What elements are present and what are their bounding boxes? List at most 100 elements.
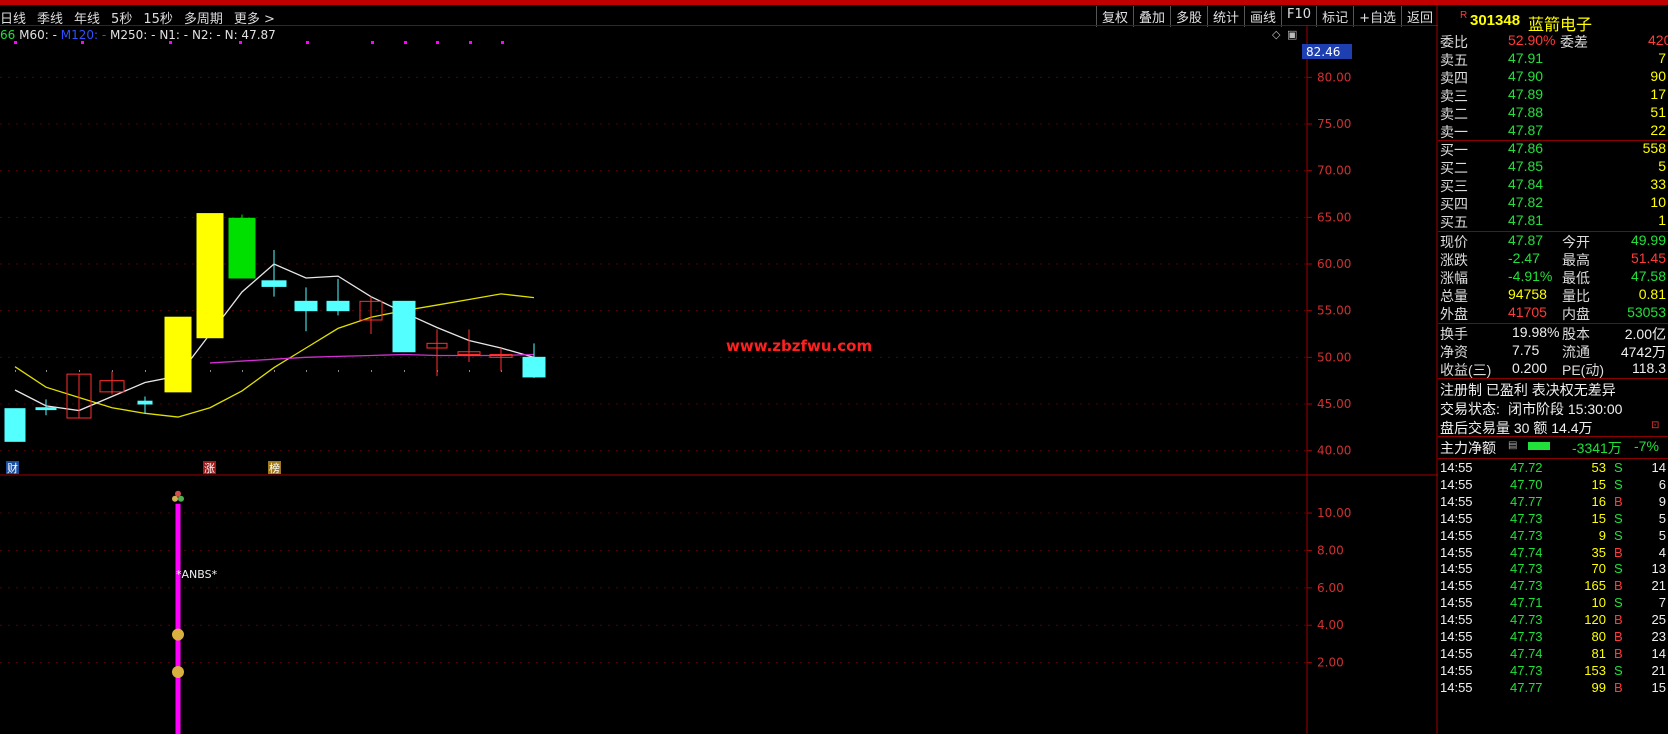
signal-dot: [169, 41, 172, 44]
info-status-label: 交易状态:: [1440, 401, 1500, 417]
level-label: 卖三: [1440, 88, 1468, 104]
sub-tick-label: 6.00: [1317, 581, 1344, 595]
sub-tick-label: 4.00: [1317, 618, 1344, 632]
tick-row: 14:55 47.73 153 S 21: [1438, 663, 1668, 680]
watermark: www.zbzfwu.com: [726, 337, 872, 355]
sell-level-row[interactable]: 卖三 47.89 17: [1438, 86, 1668, 104]
quote-label-2: 今开: [1562, 234, 1590, 250]
tick-row: 14:55 47.74 81 B 14: [1438, 646, 1668, 663]
tick-time: 14:55: [1440, 527, 1473, 543]
buy-level-row[interactable]: 买三 47.84 33: [1438, 176, 1668, 194]
buy-level-row[interactable]: 买五 47.81 1: [1438, 212, 1668, 230]
tick-row: 14:55 47.71 10 S 7: [1438, 595, 1668, 612]
quote-value-1: 41705: [1508, 304, 1547, 320]
tick-count: 25: [1651, 612, 1666, 628]
tick-side: S: [1614, 662, 1623, 678]
baseline-dot: [145, 370, 146, 372]
tick-side: S: [1614, 476, 1623, 492]
main-flow-row: 主力净额 ▤ -3341万 -7%: [1438, 438, 1668, 456]
tick-volume: 153: [1584, 662, 1606, 678]
level-volume: 7: [1658, 50, 1666, 66]
quote-value-2: 49.99: [1630, 232, 1666, 248]
sell-level-row[interactable]: 卖四 47.90 90: [1438, 68, 1668, 86]
coin-icon: [172, 495, 178, 502]
sell-level-row[interactable]: 卖二 47.88 51: [1438, 104, 1668, 122]
baseline-dot: [469, 370, 470, 372]
flow-menu-icon[interactable]: ▤: [1508, 440, 1517, 451]
info-status-value: 闭市阶段 15:30:00: [1508, 401, 1623, 417]
tick-time: 14:55: [1440, 662, 1473, 678]
level-price: 47.81: [1508, 212, 1544, 228]
quote2-row: 净资 7.75 流通 4742万: [1438, 342, 1668, 360]
tick-price: 47.73: [1510, 662, 1543, 678]
tick-side: B: [1614, 629, 1623, 644]
tick-row: 14:55 47.73 120 B 25: [1438, 612, 1668, 629]
quote-label-1: 涨幅: [1440, 270, 1468, 286]
tick-volume: 80: [1591, 629, 1606, 644]
candle-body: [164, 316, 192, 393]
quote2-label-1: 净资: [1440, 344, 1468, 360]
sell-level-row[interactable]: 卖一 47.87 22: [1438, 122, 1668, 140]
candle-body: [35, 407, 57, 411]
quote-value-2: 53053: [1627, 304, 1666, 320]
weibi-value: 52.90%: [1508, 32, 1556, 48]
menu-icon: ▣: [1287, 28, 1297, 41]
quote-row: 涨跌 -2.47 最高 51.45: [1438, 250, 1668, 268]
tick-row: 14:55 47.77 16 B 9: [1438, 494, 1668, 511]
tick-divider: [1438, 458, 1668, 459]
tick-row: 14:55 47.73 165 B 21: [1438, 578, 1668, 595]
signal-dot: [81, 41, 84, 44]
quote-row: 涨幅 -4.91% 最低 47.58: [1438, 268, 1668, 286]
quote-label-1: 涨跌: [1440, 252, 1468, 268]
buy-level-row[interactable]: 买二 47.85 5: [1438, 158, 1668, 176]
tick-volume: 10: [1591, 595, 1606, 611]
anbs-label: *ANBS*: [176, 568, 218, 581]
weicha-value: 420: [1648, 32, 1668, 48]
tick-volume: 99: [1591, 679, 1606, 695]
tick-time: 14:55: [1440, 460, 1473, 475]
weibi-label: 委比: [1440, 34, 1468, 50]
buy-level-row[interactable]: 买四 47.82 10: [1438, 194, 1668, 212]
diamond-icon: ◇: [1272, 28, 1281, 41]
buy-level-row[interactable]: 买一 47.86 558: [1438, 140, 1668, 158]
tick-count: 9: [1658, 493, 1666, 509]
baseline-dot: [46, 370, 47, 372]
level-volume: 17: [1650, 86, 1666, 102]
kline-chart[interactable]: 80.00 75.00 70.00 65.00 60.00 55.00 50.00 45.00…: [0, 0, 1438, 734]
tick-count: 15: [1651, 679, 1666, 695]
tick-row: 14:55 47.73 80 B 23: [1438, 629, 1668, 646]
level-label: 卖五: [1440, 52, 1468, 68]
level-price: 47.84: [1508, 176, 1544, 192]
tick-time: 14:55: [1440, 561, 1473, 577]
expand-icon[interactable]: ⊡: [1651, 420, 1659, 431]
price-tick-label: 80.00: [1317, 70, 1351, 84]
money-bag-icon: [172, 665, 184, 678]
level-label: 买二: [1440, 160, 1468, 176]
tick-price: 47.74: [1510, 544, 1543, 560]
level-price: 47.91: [1508, 50, 1544, 66]
sell-level-row[interactable]: 卖五 47.91 7: [1438, 50, 1668, 68]
level-volume: 1: [1658, 212, 1666, 228]
quote-value-1: 94758: [1508, 286, 1547, 302]
tick-volume: 70: [1591, 561, 1606, 577]
candle-body: [294, 300, 318, 312]
tick-volume: 9: [1598, 527, 1606, 543]
event-marker-cai: 财: [7, 461, 18, 475]
tick-count: 5: [1658, 510, 1666, 526]
quote-label-1: 现价: [1440, 234, 1468, 250]
tick-side: S: [1614, 460, 1623, 475]
candle-body: [326, 300, 350, 312]
tick-side: B: [1614, 493, 1623, 509]
tick-side: B: [1614, 645, 1623, 661]
price-tick-label: 75.00: [1317, 117, 1351, 131]
price-tick-label: 50.00: [1317, 350, 1351, 364]
baseline-dot: [15, 370, 16, 372]
quote-value-1: 47.87: [1508, 232, 1544, 248]
tick-price: 47.77: [1510, 679, 1543, 695]
level-label: 买四: [1440, 196, 1468, 212]
tick-row: 14:55 47.73 9 S 5: [1438, 528, 1668, 545]
baseline-dot: [306, 370, 307, 372]
tick-time: 14:55: [1440, 679, 1473, 695]
level-price: 47.90: [1508, 68, 1544, 84]
quote2-label-2: PE(动): [1562, 362, 1604, 378]
